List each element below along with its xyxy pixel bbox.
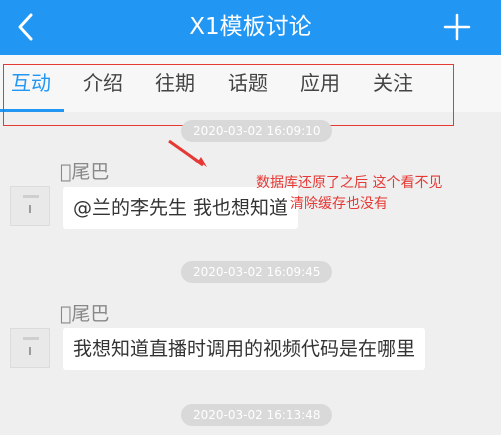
- avatar-figure: [29, 347, 31, 355]
- avatar-caption: [23, 337, 39, 340]
- avatar-figure: [29, 205, 31, 213]
- timestamp: 2020-03-02 16:09:45: [181, 261, 333, 283]
- avatar-caption: [23, 195, 39, 198]
- annotation-box: [3, 64, 454, 126]
- avatar[interactable]: [10, 328, 50, 368]
- sender-name:  尾巴: [60, 161, 110, 183]
- plus-icon: [443, 13, 471, 41]
- annotation-arrow: [168, 139, 207, 167]
- annotation-text: 数据库还原了之后 这个看不见 清除缓存也没有: [256, 173, 496, 215]
- annotation-line-1: 数据库还原了之后 这个看不见: [256, 175, 443, 191]
- avatar[interactable]: [10, 186, 50, 226]
- annotation-line-2: 清除缓存也没有: [290, 196, 388, 212]
- add-button[interactable]: [443, 13, 471, 41]
- page-title: X1模板讨论: [189, 14, 312, 40]
- sender-name:  尾巴: [60, 303, 110, 325]
- message-bubble[interactable]: 我想知道直播时调用的视频代码是在哪里: [63, 328, 426, 370]
- timestamp: 2020-03-02 16:13:48: [181, 404, 333, 426]
- top-bar: X1模板讨论: [0, 0, 501, 55]
